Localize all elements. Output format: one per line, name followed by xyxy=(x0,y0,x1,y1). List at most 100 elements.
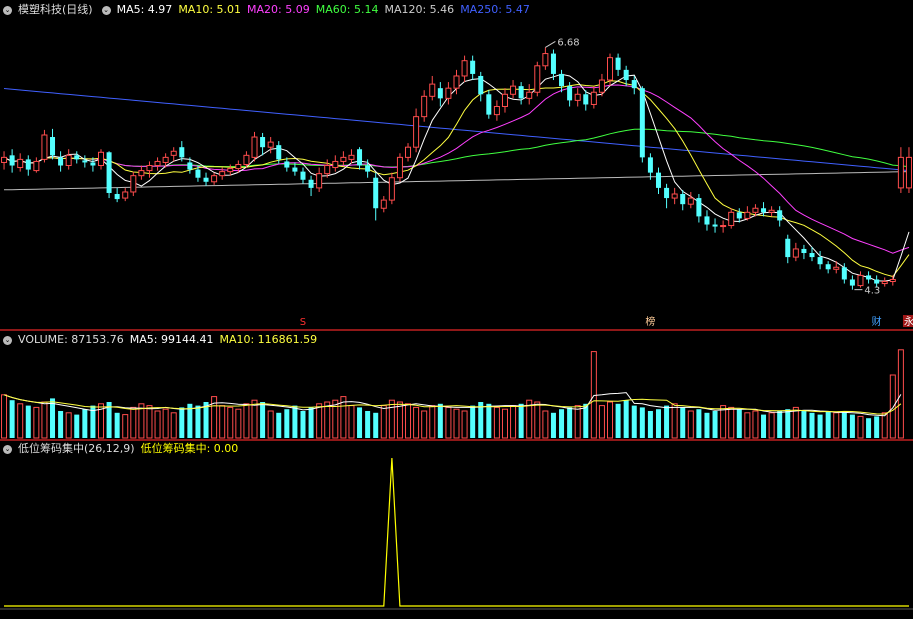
candle-body-down xyxy=(90,162,96,166)
settings-icon[interactable]: ⌄ xyxy=(101,5,111,15)
volume-bar-up xyxy=(154,410,161,439)
volume-ma5-label: MA5: 99144.41 xyxy=(129,333,214,346)
candlestick-chart: 6.68 4.3 S 榜 财 永 xyxy=(0,37,913,610)
candle-body-down xyxy=(308,179,314,188)
marker-yong: 永 xyxy=(904,315,913,328)
candle-body-up xyxy=(170,150,177,156)
volume-bar-down xyxy=(437,403,443,438)
volume-ma10-label: MA10: 116861.59 xyxy=(219,333,318,346)
volume-bar-down xyxy=(300,411,306,438)
candle-body-up xyxy=(235,163,242,170)
volume-bar-up xyxy=(461,410,468,439)
volume-bar-up xyxy=(324,401,331,439)
candle-body-down xyxy=(357,149,363,166)
candle-body-down xyxy=(74,155,80,160)
candle-body-up xyxy=(405,146,412,158)
marker-s: S xyxy=(300,317,306,328)
volume-bar-up xyxy=(510,405,517,439)
volume-bar-up xyxy=(897,349,904,439)
volume-bar-up xyxy=(728,406,735,439)
indicator-value: 低位筹码集中: 0.00 xyxy=(140,442,239,455)
candle-body-up xyxy=(574,93,581,101)
volume-menu-icon[interactable]: ⌄ xyxy=(3,335,12,345)
candle-body-up xyxy=(461,60,468,77)
candle-body-up xyxy=(429,83,436,97)
candle-body-up xyxy=(833,266,840,270)
volume-bar-down xyxy=(841,411,847,438)
volume-bar-down xyxy=(82,409,88,438)
candle-body-down xyxy=(486,94,492,115)
volume-bar-down xyxy=(567,407,573,438)
volume-bar-down xyxy=(655,409,661,438)
volume-bar-up xyxy=(671,403,678,439)
candle-body-down xyxy=(82,160,88,163)
candle-body-down xyxy=(736,212,742,219)
volume-bar-down xyxy=(550,412,556,438)
indicator-menu-icon[interactable]: ⌄ xyxy=(3,444,12,454)
candle-body-up xyxy=(396,156,403,179)
candle-body-down xyxy=(631,80,637,89)
volume-bar-up xyxy=(17,403,24,439)
volume-bar-down xyxy=(559,409,565,438)
candle-body-up xyxy=(590,91,597,105)
volume-bar-up xyxy=(889,374,896,439)
indicator-line xyxy=(4,457,909,607)
candle-body-down xyxy=(849,279,855,286)
candle-body-up xyxy=(154,160,161,167)
volume-bar-up xyxy=(65,412,72,439)
volume-bar-down xyxy=(647,411,653,438)
candle-body-down xyxy=(437,88,443,99)
candle-body-down xyxy=(25,159,31,170)
volume-bar-up xyxy=(227,406,234,439)
volume-bar-down xyxy=(615,403,621,438)
candle-body-up xyxy=(146,165,153,172)
volume-bar-down xyxy=(849,414,855,438)
candle-body-down xyxy=(801,248,807,254)
volume-bar-down xyxy=(712,411,718,438)
candle-body-up xyxy=(316,173,323,189)
volume-bar-down xyxy=(817,414,823,438)
candle-body-up xyxy=(768,209,775,213)
candle-body-down xyxy=(704,216,710,225)
candle-body-up xyxy=(510,85,517,95)
volume-bar-down xyxy=(292,405,298,438)
candle-body-up xyxy=(857,274,864,287)
candle-body-down xyxy=(785,238,791,258)
candle-body-down xyxy=(365,165,371,172)
volume-bar-down xyxy=(365,411,371,438)
candle-body-down xyxy=(114,194,120,200)
candle-body-down xyxy=(276,145,282,160)
volume-bar-down xyxy=(801,411,807,438)
candle-body-up xyxy=(162,156,169,163)
candle-body-down xyxy=(623,69,629,81)
candle-body-down xyxy=(761,208,767,213)
candle-body-up xyxy=(687,197,694,205)
volume-bar-down xyxy=(58,411,64,438)
candle-body-down xyxy=(470,60,476,74)
ma5-label: MA5: 4.97 xyxy=(116,3,173,16)
candle-body-down xyxy=(179,147,185,158)
volume-bar-up xyxy=(316,403,323,439)
candle-body-down xyxy=(187,162,193,170)
volume-bar-down xyxy=(809,412,815,438)
volume-bar-up xyxy=(421,410,428,439)
candle-body-up xyxy=(421,95,428,118)
candle-body-down xyxy=(195,169,201,178)
volume-bar-up xyxy=(170,412,177,439)
candle-body-up xyxy=(243,154,250,165)
volume-bar-down xyxy=(639,407,645,438)
volume-bar-down xyxy=(357,407,363,438)
candle-body-up xyxy=(607,57,614,81)
volume-bar-down xyxy=(680,407,686,438)
candle-body-down xyxy=(292,167,298,172)
candle-body-up xyxy=(534,65,541,93)
volume-bar-up xyxy=(243,403,250,439)
volume-bar-up xyxy=(833,412,840,439)
low-label: 4.3 xyxy=(864,286,880,297)
volume-bar-down xyxy=(874,416,880,438)
volume-bar-down xyxy=(518,403,524,438)
ma120-label: MA120: 5.46 xyxy=(384,3,455,16)
candle-body-up xyxy=(332,160,339,169)
collapse-icon[interactable]: ⌄ xyxy=(3,5,12,15)
volume-bar-up xyxy=(607,401,614,439)
